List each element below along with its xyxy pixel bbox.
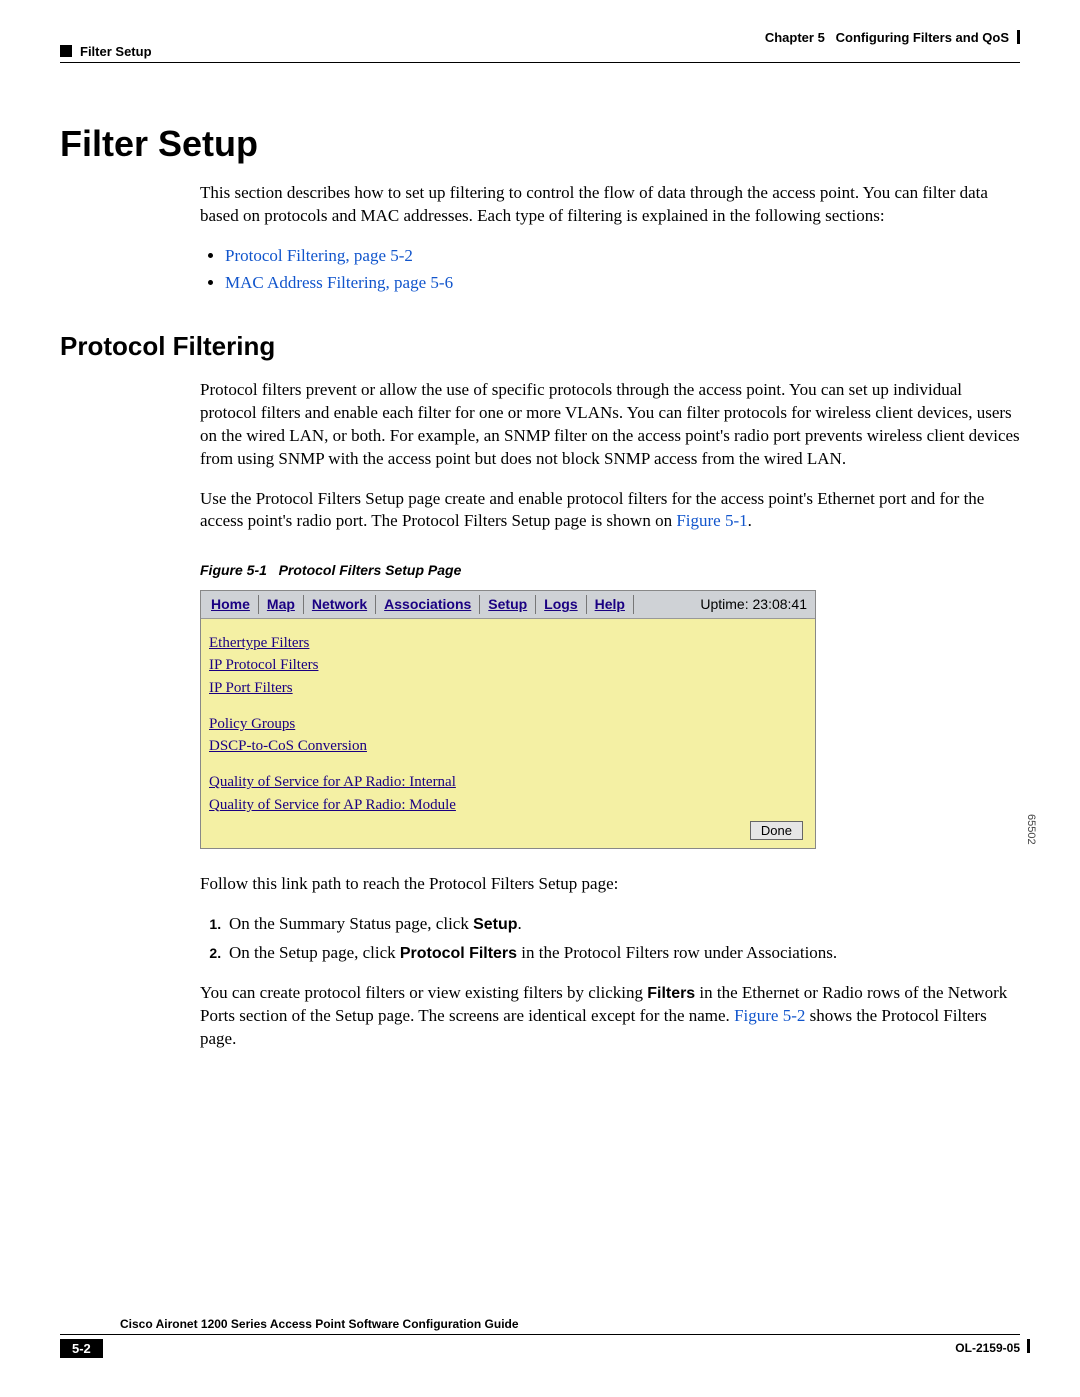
chapter-number: Chapter 5 [765, 30, 825, 45]
section-heading: Protocol Filtering [60, 331, 1020, 362]
done-button[interactable]: Done [750, 821, 803, 840]
figure-ref-link[interactable]: Figure 5-1 [676, 511, 747, 530]
uptime-text: Uptime: 23:08:41 [700, 595, 807, 614]
page-header: Chapter 5 Configuring Filters and QoS Fi… [60, 30, 1020, 63]
figure-number: Figure 5-1 [200, 562, 267, 578]
footer-bar-icon [1027, 1339, 1030, 1353]
list-item: On the Summary Status page, click Setup. [225, 913, 1020, 936]
paragraph: Follow this link path to reach the Proto… [200, 873, 1020, 896]
nav-setup[interactable]: Setup [480, 595, 536, 614]
footer-guide-title: Cisco Aironet 1200 Series Access Point S… [120, 1317, 525, 1331]
link-group: Ethertype Filters IP Protocol Filters IP… [209, 633, 807, 700]
section-content: Protocol filters prevent or allow the us… [200, 379, 1020, 1051]
figure-ref-link[interactable]: Figure 5-2 [734, 1006, 805, 1025]
page-title: Filter Setup [60, 123, 1020, 165]
text: Use the Protocol Filters Setup page crea… [200, 489, 984, 531]
text: in the Protocol Filters row under Associ… [517, 943, 837, 962]
text: On the Setup page, click [229, 943, 400, 962]
link-qos-internal[interactable]: Quality of Service for AP Radio: Interna… [209, 772, 456, 792]
figure-caption: Figure 5-1 Protocol Filters Setup Page [200, 561, 1020, 580]
bold-term: Protocol Filters [400, 945, 517, 962]
intro-paragraph: This section describes how to set up fil… [200, 182, 1020, 228]
text: . [748, 511, 752, 530]
paragraph: Protocol filters prevent or allow the us… [200, 379, 1020, 471]
footer-page-number: 5-2 [60, 1339, 103, 1358]
nav-help[interactable]: Help [587, 595, 634, 614]
figure-title: Protocol Filters Setup Page [279, 562, 462, 578]
nav-logs[interactable]: Logs [536, 595, 586, 614]
toc-list: Protocol Filtering, page 5-2 MAC Address… [200, 245, 1020, 295]
steps-list: On the Summary Status page, click Setup.… [200, 913, 1020, 965]
list-item: MAC Address Filtering, page 5-6 [225, 272, 1020, 295]
figure-side-number: 65502 [1023, 814, 1038, 845]
list-item: Protocol Filtering, page 5-2 [225, 245, 1020, 268]
section-label: Filter Setup [80, 44, 152, 59]
header-chapter: Chapter 5 Configuring Filters and QoS [765, 30, 1020, 45]
screenshot: Home Map Network Associations Setup Logs… [200, 590, 816, 849]
screenshot-navbar: Home Map Network Associations Setup Logs… [201, 591, 815, 619]
paragraph: You can create protocol filters or view … [200, 982, 1020, 1051]
nav-network[interactable]: Network [304, 595, 376, 614]
toc-link-mac[interactable]: MAC Address Filtering, page 5-6 [225, 273, 453, 292]
link-qos-module[interactable]: Quality of Service for AP Radio: Module [209, 795, 456, 815]
link-ip-port-filters[interactable]: IP Port Filters [209, 678, 293, 698]
header-section: Filter Setup [60, 44, 152, 59]
link-policy-groups[interactable]: Policy Groups [209, 714, 295, 734]
chapter-title: Configuring Filters and QoS [836, 30, 1009, 45]
page-footer: Cisco Aironet 1200 Series Access Point S… [60, 1334, 1020, 1369]
text: You can create protocol filters or view … [200, 983, 647, 1002]
paragraph: Use the Protocol Filters Setup page crea… [200, 488, 1020, 534]
text: On the Summary Status page, click [229, 914, 473, 933]
square-icon [60, 45, 72, 57]
bold-term: Setup [473, 916, 517, 933]
text: . [517, 914, 521, 933]
list-item: On the Setup page, click Protocol Filter… [225, 942, 1020, 965]
link-ip-protocol-filters[interactable]: IP Protocol Filters [209, 655, 318, 675]
screenshot-footer: Done [209, 819, 807, 844]
nav-map[interactable]: Map [259, 595, 304, 614]
nav-home[interactable]: Home [209, 595, 259, 614]
figure-wrap: Home Map Network Associations Setup Logs… [200, 590, 1020, 849]
toc-link-protocol[interactable]: Protocol Filtering, page 5-2 [225, 246, 413, 265]
link-dscp-cos[interactable]: DSCP-to-CoS Conversion [209, 736, 367, 756]
link-ethertype-filters[interactable]: Ethertype Filters [209, 633, 309, 653]
link-group: Quality of Service for AP Radio: Interna… [209, 772, 807, 817]
body-content: This section describes how to set up fil… [200, 182, 1020, 295]
nav-associations[interactable]: Associations [376, 595, 480, 614]
screenshot-body: Ethertype Filters IP Protocol Filters IP… [201, 619, 815, 848]
document-page: Chapter 5 Configuring Filters and QoS Fi… [0, 0, 1080, 1397]
footer-doc-number: OL-2159-05 [955, 1341, 1020, 1355]
header-bar-icon [1017, 30, 1020, 44]
link-group: Policy Groups DSCP-to-CoS Conversion [209, 714, 807, 759]
bold-term: Filters [647, 985, 695, 1002]
